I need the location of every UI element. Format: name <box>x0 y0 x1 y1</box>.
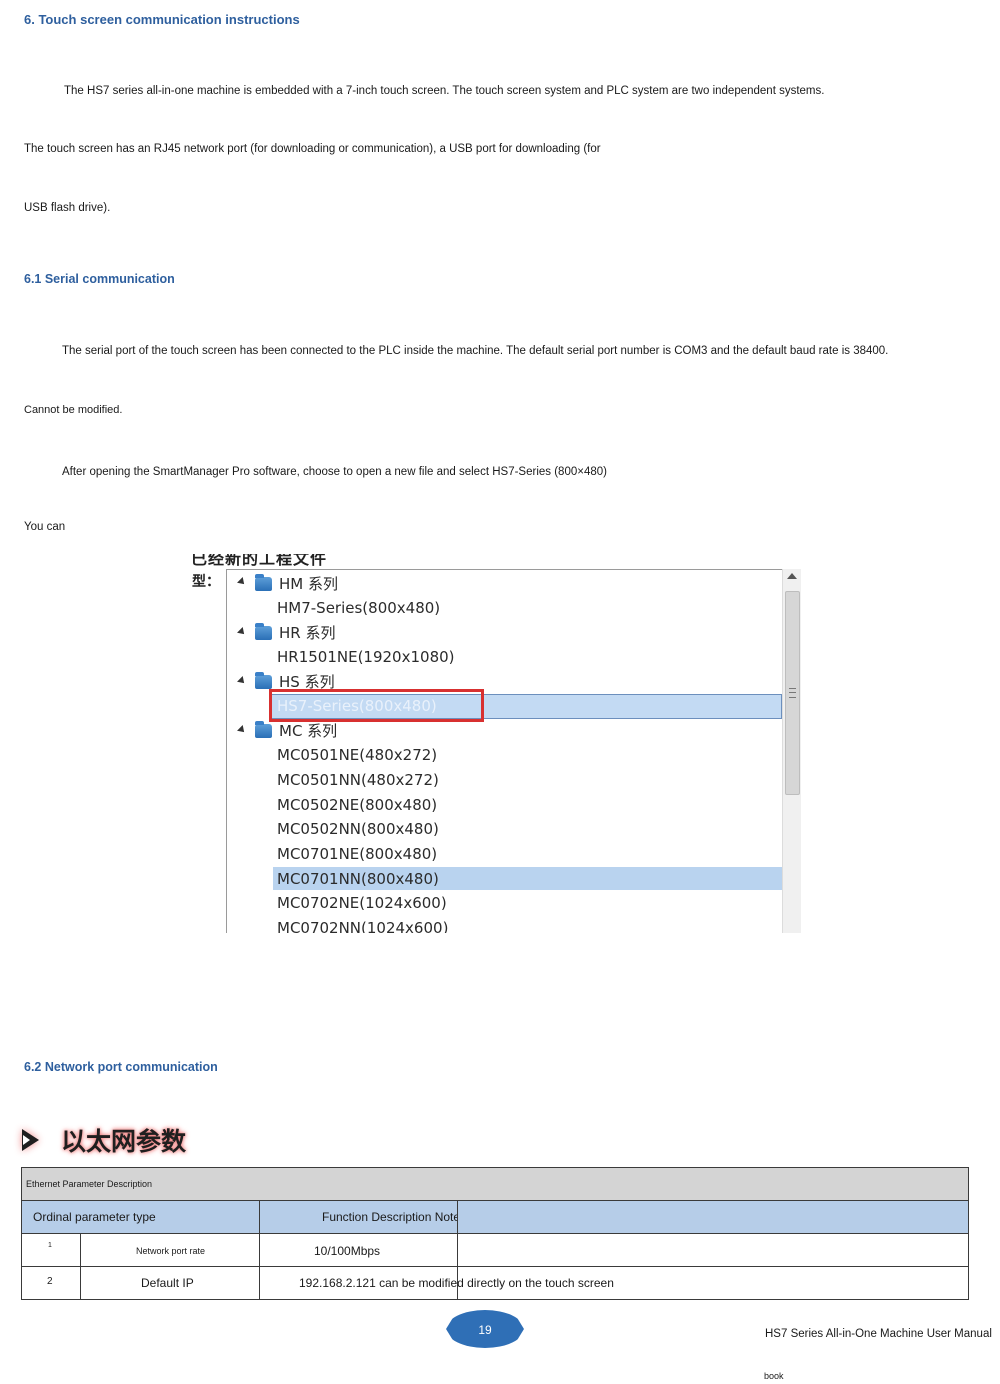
tree-item-mc0501ne[interactable]: MC0501NE(480x272) <box>277 743 437 767</box>
row-parameter: Network port rate <box>136 1246 206 1256</box>
section-6-paragraph-line-3: USB flash drive). <box>24 202 111 214</box>
folder-icon <box>255 672 272 689</box>
footer-manual-title: HS7 Series All-in-One Machine User Manua… <box>765 1328 992 1340</box>
selection-callout-box <box>269 689 484 722</box>
tree-item-mc0502ne[interactable]: MC0502NE(800x480) <box>277 793 437 817</box>
tree-item-mc0701ne[interactable]: MC0701NE(800x480) <box>277 842 437 866</box>
table-header-cell <box>457 1200 969 1234</box>
expand-arrow-icon[interactable] <box>237 725 247 735</box>
section-6-1-paragraph-line-4: You can <box>24 521 66 533</box>
section-6-1-paragraph-line-2: Cannot be modified. <box>24 404 123 416</box>
folder-icon <box>255 721 272 738</box>
section-6-title: 6. Touch screen communication instructio… <box>24 12 300 27</box>
expand-arrow-icon[interactable] <box>237 577 247 587</box>
table-caption-text: Ethernet Parameter Description <box>26 1179 153 1189</box>
table-row: 1 <box>21 1233 81 1267</box>
section-6-1-paragraph-line-3: After opening the SmartManager Pro softw… <box>62 466 607 478</box>
grip-icon <box>789 688 796 698</box>
table-header-cell: Function Description Notes <box>259 1200 466 1234</box>
tree-item-hr1501ne[interactable]: HR1501NE(1920x1080) <box>277 645 455 669</box>
device-tree[interactable]: HM 系列 HM7-Series(800x480) HR 系列 HR1501NE… <box>226 569 787 933</box>
section-6-1-paragraph-line-1: The serial port of the touch screen has … <box>62 345 889 357</box>
tree-item-mc0501nn[interactable]: MC0501NN(480x272) <box>277 768 439 792</box>
row-ordinal: 2 <box>47 1276 53 1287</box>
page-number-badge: 19 <box>446 1310 524 1348</box>
row-description: 192.168.2.121 can be modified directly o… <box>299 1276 614 1290</box>
tree-group-mc[interactable]: MC 系列 <box>279 719 337 743</box>
tree-item-hm7-series[interactable]: HM7-Series(800x480) <box>277 596 440 620</box>
tree-item-mc0502nn[interactable]: MC0502NN(800x480) <box>277 817 439 841</box>
table-header-cell: Ordinal parameter type <box>21 1200 260 1234</box>
section-6-paragraph-line-2: The touch screen has an RJ45 network por… <box>24 143 601 155</box>
tree-item-mc0702ne[interactable]: MC0702NE(1024x600) <box>277 891 447 915</box>
scrollbar-thumb[interactable] <box>785 591 800 795</box>
section-6-paragraph-line-1: The HS7 series all-in-one machine is emb… <box>64 85 825 97</box>
footer-manual-title-continued: book <box>764 1371 784 1381</box>
header-ordinal-parameter-type: Ordinal parameter type <box>33 1210 156 1224</box>
folder-icon <box>255 574 272 591</box>
tree-scrollbar[interactable] <box>782 569 801 933</box>
screenshot-cut-title: 已经新的工程文件 <box>191 554 328 568</box>
row-description: 10/100Mbps <box>314 1244 381 1258</box>
tree-item-mc0701nn[interactable]: MC0701NN(800x480) <box>277 867 439 891</box>
tree-group-hr[interactable]: HR 系列 <box>279 621 335 645</box>
table-row: 2 <box>21 1266 81 1300</box>
table-caption: Ethernet Parameter Description <box>21 1167 969 1201</box>
tree-group-hm[interactable]: HM 系列 <box>279 572 338 596</box>
ethernet-parameters-title: 以太网参数 <box>61 1127 187 1156</box>
expand-arrow-icon[interactable] <box>237 676 247 686</box>
section-6-1-title: 6.1 Serial communication <box>24 272 175 286</box>
ethernet-parameter-table: Ethernet Parameter Description Ordinal p… <box>21 1167 969 1300</box>
row-ordinal: 1 <box>48 1242 52 1249</box>
device-type-label: 型： <box>192 574 220 590</box>
section-6-2-title: 6.2 Network port communication <box>24 1060 218 1074</box>
row-parameter: Default IP <box>141 1276 194 1290</box>
scroll-up-arrow-icon[interactable] <box>787 573 797 579</box>
expand-arrow-icon[interactable] <box>237 627 247 637</box>
device-type-screenshot: 已经新的工程文件 型： HM 系列 HM7-Series(800x480) HR… <box>191 554 810 933</box>
folder-icon <box>255 623 272 640</box>
tree-item-mc0702nn[interactable]: MC0702NN(1024x600) <box>277 916 448 933</box>
header-function-description-notes: Function Description Notes <box>322 1210 467 1224</box>
